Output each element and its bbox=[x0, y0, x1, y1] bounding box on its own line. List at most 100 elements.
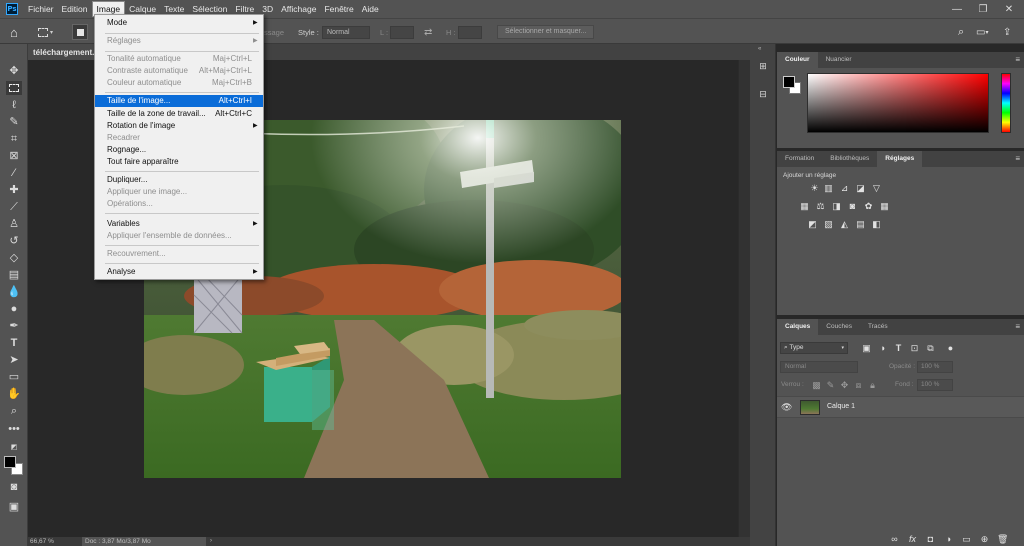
history-panel-icon[interactable]: ⊞ bbox=[755, 58, 771, 74]
black-white-icon[interactable]: ◨ bbox=[831, 201, 842, 211]
layer-row[interactable]: 👁︎ Calque 1 bbox=[777, 396, 1024, 418]
vertical-scrollbar[interactable] bbox=[738, 60, 750, 537]
color-field[interactable] bbox=[807, 73, 989, 133]
share-icon[interactable]: ⇪ bbox=[1003, 19, 1011, 45]
add-mask-icon[interactable]: ◘ bbox=[925, 534, 936, 544]
lock-pixels-icon[interactable]: ✎ bbox=[825, 380, 836, 390]
frame-tool-icon[interactable]: ⊠ bbox=[6, 149, 22, 163]
link-layers-icon[interactable]: ∞ bbox=[889, 534, 900, 544]
hue-slider[interactable] bbox=[1001, 73, 1011, 133]
new-group-icon[interactable]: ▭ bbox=[961, 534, 972, 544]
selective-color-icon[interactable]: ◧ bbox=[871, 219, 882, 229]
lock-all-icon[interactable]: 🔒︎ bbox=[867, 380, 878, 390]
filter-smart-object-icon[interactable]: ⧉ bbox=[925, 343, 936, 353]
eraser-tool-icon[interactable]: ◇ bbox=[6, 251, 22, 265]
gradient-map-icon[interactable]: ▤ bbox=[855, 219, 866, 229]
style-select[interactable]: Normal bbox=[322, 25, 370, 39]
filter-adjustment-icon[interactable]: ◑ bbox=[877, 343, 888, 353]
fill-field[interactable]: 100 % bbox=[917, 379, 953, 391]
status-menu-arrow-icon[interactable]: › bbox=[210, 537, 212, 546]
trash-icon[interactable]: 🗑︎ bbox=[997, 534, 1008, 544]
vibrance-icon[interactable]: ▽ bbox=[871, 183, 882, 193]
marquee-preset-icon[interactable]: ▾ bbox=[38, 19, 53, 45]
close-button[interactable]: ✕ bbox=[996, 0, 1022, 18]
new-adjustment-layer-icon[interactable]: ◑ bbox=[943, 534, 954, 544]
menu-fenetre[interactable]: Fenêtre bbox=[320, 0, 357, 18]
posterize-icon[interactable]: ▧ bbox=[823, 219, 834, 229]
panel-menu-icon[interactable]: ≡ bbox=[1015, 52, 1020, 68]
default-colors-icon[interactable]: ◩ bbox=[6, 440, 22, 454]
select-and-mask-button[interactable]: Sélectionner et masquer... bbox=[497, 25, 595, 39]
document-tab[interactable]: téléchargement. bbox=[28, 44, 100, 60]
history-brush-tool-icon[interactable]: ↺ bbox=[6, 234, 22, 248]
zoom-level[interactable]: 66,67 % bbox=[30, 537, 54, 546]
rectangle-tool-icon[interactable]: ▭ bbox=[6, 370, 22, 384]
marquee-tool-icon[interactable] bbox=[6, 81, 22, 95]
menu-item-taille-image[interactable]: Taille de l'image... Alt+Ctrl+I bbox=[95, 95, 263, 107]
filter-shape-icon[interactable]: ⊡ bbox=[909, 343, 920, 353]
move-tool-icon[interactable]: ✥ bbox=[6, 64, 22, 78]
menu-item-variables[interactable]: Variables ▶ bbox=[95, 218, 263, 230]
minimize-button[interactable]: — bbox=[944, 0, 970, 18]
tab-nuancier[interactable]: Nuancier bbox=[818, 52, 860, 68]
layer-filter-select[interactable]: ⌕ Type ▾ bbox=[780, 342, 848, 354]
filter-type-icon[interactable]: T bbox=[893, 343, 904, 353]
menu-aide[interactable]: Aide bbox=[358, 0, 383, 18]
brightness-contrast-icon[interactable]: ☀ bbox=[809, 183, 820, 193]
tab-couches[interactable]: Couches bbox=[818, 319, 860, 335]
menu-item-rognage[interactable]: Rognage... bbox=[95, 144, 263, 156]
maximize-button[interactable]: ❐ bbox=[970, 0, 996, 18]
panel-menu-icon[interactable]: ≡ bbox=[1015, 151, 1020, 167]
menu-fichier[interactable]: Fichier bbox=[24, 0, 58, 18]
screen-mode-icon[interactable]: ▣ bbox=[6, 500, 22, 514]
tab-bibliotheques[interactable]: Bibliothèques bbox=[822, 151, 877, 167]
blur-tool-icon[interactable]: 💧 bbox=[6, 285, 22, 299]
healing-brush-tool-icon[interactable]: ✚ bbox=[6, 183, 22, 197]
tab-couleur[interactable]: Couleur bbox=[777, 52, 818, 68]
path-selection-tool-icon[interactable]: ➤ bbox=[6, 353, 22, 367]
new-layer-icon[interactable]: ⊕ bbox=[979, 534, 990, 544]
menu-item-mode[interactable]: Mode ▶ bbox=[95, 17, 263, 29]
lasso-tool-icon[interactable]: ℓ bbox=[6, 98, 22, 112]
menu-item-analyse[interactable]: Analyse ▶ bbox=[95, 266, 263, 278]
pen-tool-icon[interactable]: ✒ bbox=[6, 319, 22, 333]
new-selection-icon[interactable] bbox=[72, 19, 88, 45]
channel-mixer-icon[interactable]: ✿ bbox=[863, 201, 874, 211]
properties-panel-icon[interactable]: ⊟ bbox=[755, 86, 771, 102]
menu-item-taille-zone-travail[interactable]: Taille de la zone de travail... Alt+Ctrl… bbox=[95, 108, 263, 120]
levels-icon[interactable]: ▥ bbox=[823, 183, 834, 193]
collapse-panels-icon[interactable]: « bbox=[758, 46, 761, 52]
eye-visibility-icon[interactable]: 👁︎ bbox=[781, 402, 792, 413]
quick-mask-icon[interactable]: ◙ bbox=[6, 480, 22, 494]
gradient-tool-icon[interactable]: ▤ bbox=[6, 268, 22, 282]
search-icon[interactable]: ⌕ bbox=[958, 19, 964, 45]
workspace-icon[interactable]: ▭ ▾ bbox=[976, 19, 988, 45]
quick-select-tool-icon[interactable]: ✎ bbox=[6, 115, 22, 129]
color-lookup-icon[interactable]: ▦ bbox=[879, 201, 890, 211]
menu-item-rotation-image[interactable]: Rotation de l'image ▶ bbox=[95, 120, 263, 132]
curves-icon[interactable]: ⊿ bbox=[839, 183, 850, 193]
width-field[interactable] bbox=[390, 25, 414, 39]
menu-item-dupliquer[interactable]: Dupliquer... bbox=[95, 174, 263, 186]
clone-stamp-tool-icon[interactable]: ♙ bbox=[6, 217, 22, 231]
height-field[interactable] bbox=[458, 25, 482, 39]
exposure-icon[interactable]: ◪ bbox=[855, 183, 866, 193]
layer-name[interactable]: Calque 1 bbox=[827, 403, 855, 410]
crop-tool-icon[interactable]: ⌗ bbox=[6, 132, 22, 146]
fg-color-chip[interactable] bbox=[783, 76, 795, 88]
lock-artboard-icon[interactable]: ⧈ bbox=[853, 380, 864, 390]
blend-mode-select[interactable]: Normal bbox=[780, 361, 858, 373]
invert-icon[interactable]: ◩ bbox=[807, 219, 818, 229]
swap-dimensions-icon[interactable]: ⇄ bbox=[424, 19, 432, 45]
menu-edition[interactable]: Edition bbox=[58, 0, 92, 18]
brush-tool-icon[interactable]: ⟋ bbox=[6, 200, 22, 214]
lock-transparency-icon[interactable]: ▩ bbox=[811, 380, 822, 390]
document-info[interactable]: Doc : 3,87 Mo/3,87 Mo bbox=[82, 537, 206, 546]
hand-tool-icon[interactable]: ✋ bbox=[6, 387, 22, 401]
tab-reglages[interactable]: Réglages bbox=[877, 151, 923, 167]
threshold-icon[interactable]: ◭ bbox=[839, 219, 850, 229]
opacity-field[interactable]: 100 % bbox=[917, 361, 953, 373]
hue-saturation-icon[interactable]: ▦ bbox=[799, 201, 810, 211]
dodge-tool-icon[interactable]: ● bbox=[6, 302, 22, 316]
eyedropper-tool-icon[interactable]: ⁄ bbox=[6, 166, 22, 180]
